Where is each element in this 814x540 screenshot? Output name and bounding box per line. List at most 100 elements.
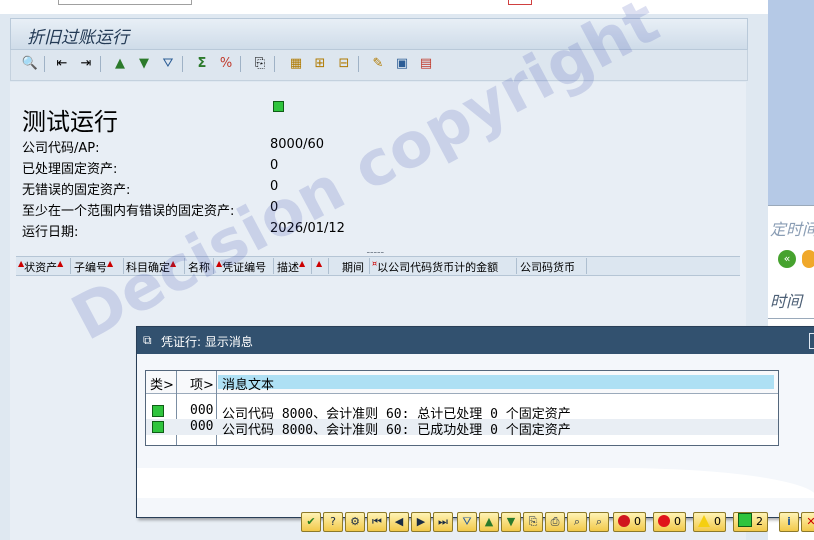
close-button[interactable]	[809, 333, 814, 349]
spreadsheet-icon[interactable]: ▣	[393, 55, 411, 73]
error-assets-value: 0	[270, 200, 279, 215]
background-window-header	[768, 0, 814, 205]
info-icon[interactable]: i	[779, 512, 799, 532]
change-layout-icon[interactable]: ⊞	[311, 55, 329, 73]
document-icon: ⧉	[143, 333, 152, 347]
column-divider	[184, 258, 185, 274]
cancel-icon[interactable]: ✕	[801, 512, 814, 532]
error-free-assets-label: 无错误的固定资产:	[22, 183, 131, 198]
grid-header: 类> 项> 消息文本	[146, 371, 778, 394]
toolbar-divider	[100, 56, 101, 72]
run-date-label: 运行日期:	[22, 225, 79, 240]
toolbar-divider	[274, 56, 275, 72]
next-page-icon[interactable]: ▶	[411, 512, 431, 532]
column-divider	[369, 258, 370, 274]
sort-ascending-icon[interactable]: ▲	[111, 55, 129, 73]
application-toolbar: 🔍 ⇤ ⇥ ▲ ▼ ⛛ Σ % ⎘ ▦ ⊞ ⊟ ✎ ▣ ▤	[10, 50, 748, 81]
column-header[interactable]: ▲凭证编号	[216, 259, 266, 275]
previous-page-icon[interactable]: ◀	[389, 512, 409, 532]
success-led-icon	[152, 405, 164, 417]
message-item: 000	[190, 403, 214, 418]
column-divider	[123, 258, 124, 274]
export-icon[interactable]: ⎘	[251, 55, 269, 73]
toolbar-divider	[44, 56, 45, 72]
text-column-header[interactable]: 消息文本	[222, 374, 274, 393]
column-header[interactable]: ▲	[316, 259, 322, 272]
error-free-assets-value: 0	[270, 179, 279, 194]
command-field[interactable]	[58, 0, 192, 5]
column-divider	[328, 258, 329, 274]
success-led-icon	[152, 421, 164, 433]
stop-icon	[618, 515, 630, 527]
message-row[interactable]: 000 公司代码 8000、会计准则 60: 已成功处理 0 个固定资产	[146, 419, 778, 438]
first-page-icon[interactable]: ⏮	[367, 512, 387, 532]
column-header[interactable]: 公司码货币	[520, 259, 575, 275]
column-divider	[273, 258, 274, 274]
column-header[interactable]: ▲状资产▲	[18, 259, 63, 275]
select-layout-icon[interactable]: ⊟	[335, 55, 353, 73]
column-header[interactable]: 名称	[188, 259, 210, 275]
sort-descending-icon[interactable]: ▼	[501, 512, 521, 532]
column-header[interactable]: 期间	[342, 259, 364, 275]
copy-icon[interactable]: ⎘	[523, 512, 543, 532]
exit-icon[interactable]	[802, 250, 814, 268]
sort-descending-icon[interactable]: ▼	[135, 55, 153, 73]
sort-ascending-icon[interactable]: ▲	[479, 512, 499, 532]
filter-icon[interactable]: ⛛	[159, 55, 177, 73]
header-highlight	[218, 375, 774, 389]
column-divider	[70, 258, 71, 274]
toolbar-divider	[358, 56, 359, 72]
technical-info-icon[interactable]: ⚙	[345, 512, 365, 532]
error-assets-label: 至少在一个范围内有错误的固定资产:	[22, 204, 235, 219]
first-page-icon[interactable]: ⇤	[53, 55, 71, 73]
dialog-body: 类> 项> 消息文本 000 公司代码 8000、会计准则 60: 总计已处理 …	[137, 354, 814, 532]
layout-icon[interactable]: ▦	[287, 55, 305, 73]
top-strip	[0, 0, 768, 14]
help-icon[interactable]: ?	[323, 512, 343, 532]
message-text: 公司代码 8000、会计准则 60: 已成功处理 0 个固定资产	[222, 423, 571, 438]
dialog-title-bar[interactable]: ⧉ 凭证行: 显示消息	[137, 327, 814, 354]
subtotal-icon[interactable]: %	[217, 55, 235, 73]
toolbar-divider	[240, 56, 241, 72]
column-divider	[516, 258, 517, 274]
success-count[interactable]: 2	[733, 512, 768, 532]
toolbar-divider	[182, 56, 183, 72]
status-icon	[508, 0, 532, 5]
error-icon	[658, 515, 670, 527]
column-header[interactable]: 描述▲	[277, 259, 305, 275]
column-divider	[213, 258, 214, 274]
stop-count[interactable]: 0	[613, 512, 646, 532]
column-header[interactable]: ¤以公司代码货币计的金额	[372, 259, 498, 275]
item-column-header[interactable]: 项>	[190, 374, 214, 393]
alv-column-header: ▲状资产▲ 子编号▲ 科目确定▲ 名称 ▲凭证编号 描述▲ ▲ 期间 ¤以公司代…	[16, 256, 740, 276]
sum-icon[interactable]: Σ	[193, 55, 211, 73]
column-header[interactable]: 科目确定▲	[126, 259, 176, 275]
status-led-icon	[273, 101, 284, 112]
background-label: 时间	[770, 292, 803, 311]
find-next-icon[interactable]: ⌕	[589, 512, 609, 532]
last-page-icon[interactable]: ⏭	[433, 512, 453, 532]
warning-count[interactable]: 0	[693, 512, 726, 532]
success-icon	[738, 513, 752, 527]
last-page-icon[interactable]: ⇥	[77, 55, 95, 73]
check-icon[interactable]: ✔	[301, 512, 321, 532]
type-column-header[interactable]: 类>	[150, 374, 174, 393]
app-title: 折旧过账运行	[27, 28, 129, 48]
error-count[interactable]: 0	[653, 512, 686, 532]
filter-icon[interactable]: ⛛	[457, 512, 477, 532]
dialog-decoration	[137, 468, 814, 498]
column-divider	[586, 258, 587, 274]
abc-analysis-icon[interactable]: ▤	[417, 55, 435, 73]
message-row[interactable]: 000 公司代码 8000、会计准则 60: 总计已处理 0 个固定资产	[146, 403, 778, 422]
divider	[768, 318, 814, 319]
processed-assets-label: 已处理固定资产:	[22, 162, 118, 177]
find-icon[interactable]: 🔍	[21, 55, 39, 73]
print-icon[interactable]: ⎙	[545, 512, 565, 532]
find-icon[interactable]: ⌕	[567, 512, 587, 532]
company-code-label: 公司代码/AP:	[22, 141, 100, 156]
back-icon[interactable]: «	[778, 250, 796, 268]
graphic-icon[interactable]: ✎	[369, 55, 387, 73]
column-header[interactable]: 子编号▲	[74, 259, 113, 275]
background-label: 定时间	[770, 220, 814, 239]
message-item: 000	[190, 419, 214, 434]
